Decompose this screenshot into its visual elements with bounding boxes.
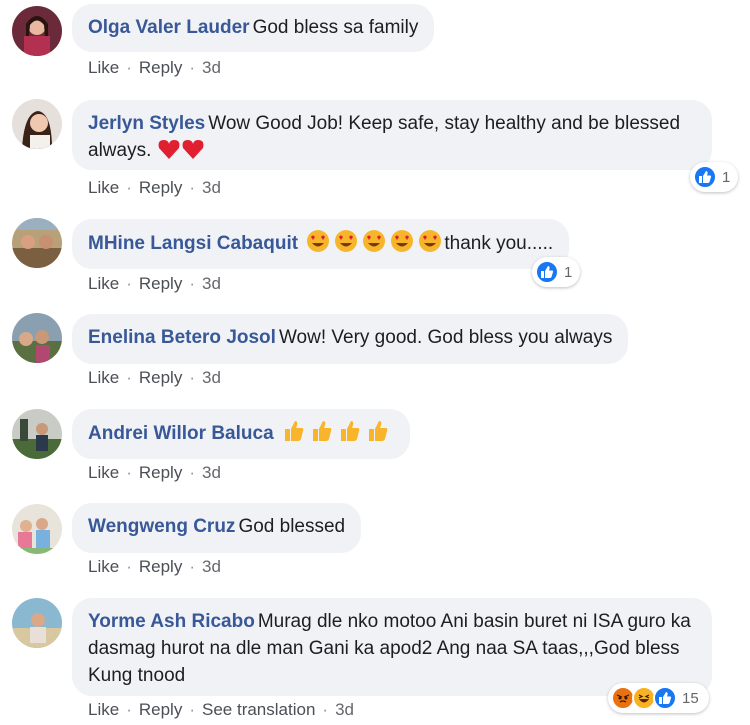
comment-bubble: MHine Langsi Cabaquit thank you..... [72,219,570,269]
thumbs-up-emoji [282,419,394,451]
like-icon [535,260,559,284]
comment-text: thank you..... [444,233,554,254]
like-link[interactable]: Like [88,463,119,482]
like-link[interactable]: Like [88,700,119,719]
like-link[interactable]: Like [88,58,119,77]
reply-link[interactable]: Reply [139,368,182,387]
like-link[interactable]: Like [88,274,119,293]
reaction-count: 1 [564,263,573,281]
separator: · [126,557,132,576]
comment-text: God blessed [238,516,346,537]
reply-link[interactable]: Reply [139,58,182,77]
comment-actions: Like · Reply · 3d [88,557,221,577]
comment-bubble: Wengweng Cruz God blessed [72,503,362,553]
comment-author[interactable]: Yorme Ash Ricabo [88,611,255,632]
avatar[interactable] [12,504,62,554]
reply-link[interactable]: Reply [139,700,182,719]
separator: · [189,557,195,576]
reaction-summary[interactable]: 15 [608,683,709,713]
comment-author[interactable]: MHine Langsi Cabaquit [88,233,298,254]
separator: · [189,274,195,293]
heart-emoji [157,138,205,168]
reply-link[interactable]: Reply [139,463,182,482]
reply-link[interactable]: Reply [139,178,182,197]
separator: · [126,274,132,293]
comment-text: God bless sa family [252,17,419,38]
comment-author[interactable]: Wengweng Cruz [88,516,235,537]
separator: · [126,700,132,719]
see-translation-link[interactable]: See translation [202,700,315,719]
avatar[interactable] [12,218,62,268]
like-icon [653,686,677,710]
comment-actions: Like · Reply · 3d [88,463,221,483]
like-icon [693,165,717,189]
like-link[interactable]: Like [88,178,119,197]
reaction-count: 1 [722,168,731,186]
comment-text: Wow! Very good. God bless you always [278,327,613,348]
separator: · [126,58,132,77]
comment-author[interactable]: Olga Valer Lauder [88,17,250,38]
comment-actions: Like · Reply · See translation · 3d [88,700,354,720]
comment-actions: Like · Reply · 3d [88,368,221,388]
timestamp[interactable]: 3d [202,58,221,77]
reaction-summary[interactable]: 1 [690,162,739,192]
separator: · [189,178,195,197]
comment-bubble: Olga Valer Lauder God bless sa family [72,4,435,52]
separator: · [189,700,195,719]
separator: · [189,58,195,77]
avatar[interactable] [12,99,62,149]
timestamp[interactable]: 3d [202,274,221,293]
comment-author[interactable]: Enelina Betero Josol [88,327,276,348]
timestamp[interactable]: 3d [202,557,221,576]
avatar[interactable] [12,313,62,363]
avatar[interactable] [12,409,62,459]
timestamp[interactable]: 3d [202,463,221,482]
reaction-count: 15 [682,689,699,707]
avatar[interactable] [12,598,62,648]
avatar[interactable] [12,6,62,56]
timestamp[interactable]: 3d [335,700,354,719]
comment-bubble: Jerlyn Styles Wow Good Job! Keep safe, st… [72,100,712,170]
separator: · [189,368,195,387]
separator: · [126,178,132,197]
separator: · [189,463,195,482]
like-link[interactable]: Like [88,368,119,387]
separator: · [126,368,132,387]
reaction-summary[interactable]: 1 [532,257,581,287]
timestamp[interactable]: 3d [202,368,221,387]
timestamp[interactable]: 3d [202,178,221,197]
separator: · [126,463,132,482]
comment-bubble: Enelina Betero Josol Wow! Very good. God … [72,314,629,364]
comment-actions: Like · Reply · 3d [88,274,221,294]
separator: · [322,700,329,719]
comment-author[interactable]: Jerlyn Styles [88,113,205,134]
like-link[interactable]: Like [88,557,119,576]
comment-actions: Like · Reply · 3d [88,58,221,78]
comment-author[interactable]: Andrei Willor Baluca [88,423,274,444]
reply-link[interactable]: Reply [139,274,182,293]
reply-link[interactable]: Reply [139,557,182,576]
heart-eyes-emoji [306,229,444,261]
comment-bubble: Andrei Willor Baluca [72,409,410,459]
comment-actions: Like · Reply · 3d [88,178,221,198]
comment-bubble: Yorme Ash Ricabo Murag dle nko motoo Ani … [72,598,712,696]
